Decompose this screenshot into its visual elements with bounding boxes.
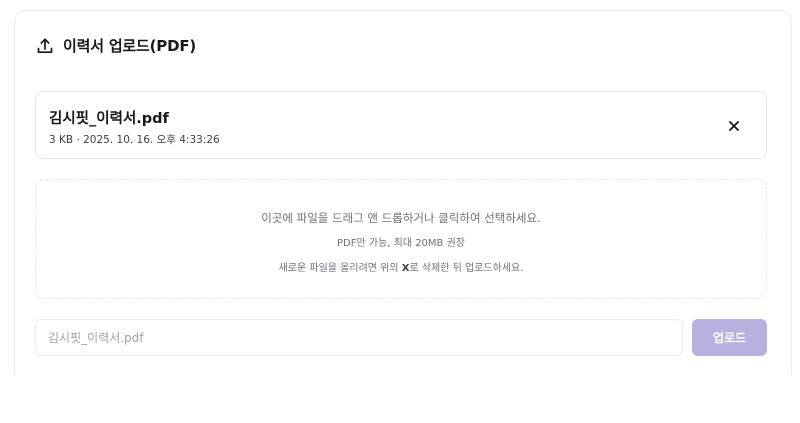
- replace-note-prefix: 새로운 파일을 올리려면 위의: [278, 263, 402, 274]
- close-icon: [729, 121, 739, 131]
- replace-note-suffix: 로 삭제한 뒤 업로드하세요.: [409, 263, 524, 274]
- uploaded-file-meta: 3 KB · 2025. 10. 16. 오후 4:33:26: [49, 134, 220, 146]
- card-header: 이력서 업로드(PDF): [35, 35, 196, 56]
- filename-input[interactable]: [35, 319, 683, 356]
- resume-upload-card: 이력서 업로드(PDF) 김시핏_이력서.pdf 3 KB · 2025. 10…: [14, 10, 792, 375]
- uploaded-file-item: 김시핏_이력서.pdf 3 KB · 2025. 10. 16. 오후 4:33…: [35, 91, 767, 159]
- dropzone-hint: PDF만 가능, 최대 20MB 권장: [337, 238, 465, 249]
- dropzone-replace-note: 새로운 파일을 올리려면 위의 X로 삭제한 뒤 업로드하세요.: [36, 259, 766, 274]
- card-title: 이력서 업로드(PDF): [63, 37, 197, 55]
- upload-icon: [35, 36, 55, 56]
- upload-button[interactable]: 업로드: [692, 319, 767, 356]
- dropzone-instruction: 이곳에 파일을 드래그 앤 드롭하거나 클릭하여 선택하세요.: [261, 211, 541, 225]
- remove-file-button[interactable]: [724, 116, 744, 136]
- file-dropzone[interactable]: 이곳에 파일을 드래그 앤 드롭하거나 클릭하여 선택하세요. PDF만 가능,…: [35, 179, 767, 299]
- uploaded-file-name: 김시핏_이력서.pdf: [49, 111, 169, 127]
